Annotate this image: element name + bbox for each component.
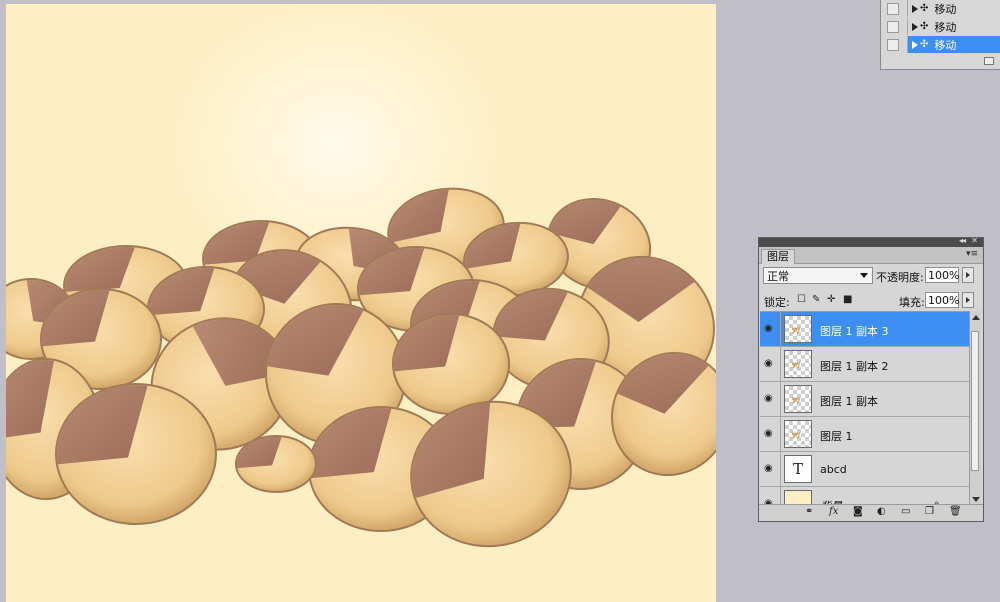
layer-thumbnail: ﾂﾂ [784, 385, 812, 413]
action-toggle-checkbox[interactable] [887, 2, 899, 15]
lock-move-icon[interactable]: ✛ [827, 294, 835, 305]
opacity-label: 不透明度: [876, 271, 924, 284]
layer-row[interactable]: ◉ ﾂﾂ 图层 1 副本 2 [760, 347, 969, 382]
opacity-slider-button[interactable] [962, 267, 974, 283]
cookie [235, 435, 317, 493]
new-layer-icon[interactable]: ❐ [925, 506, 934, 517]
lock-all-icon[interactable]: ■ [843, 294, 852, 305]
fx-icon[interactable]: fx [829, 506, 838, 517]
text-layer-thumbnail: T [784, 455, 812, 483]
eye-icon[interactable]: ◉ [764, 464, 776, 474]
layers-panel: ◂◂ ✕ 图层 ▾≡ 正常 不透明度: 100% 锁定: ☐ ✎ ✛ ■ 填充:… [758, 236, 984, 522]
expand-triangle-icon[interactable] [912, 22, 918, 31]
layer-name[interactable]: abcd [820, 463, 847, 476]
group-icon[interactable]: ▭ [901, 506, 910, 517]
action-label: 移动 [934, 38, 957, 52]
action-row[interactable]: ✣ 移动 [881, 0, 1000, 17]
layer-list-scrollbar[interactable] [969, 311, 981, 506]
lock-brush-icon[interactable]: ✎ [812, 294, 820, 305]
layer-thumbnail: ﾂﾂ [784, 350, 812, 378]
layer-row-selected[interactable]: ◉ ﾂﾂ 图层 1 副本 3 [760, 312, 969, 347]
lock-label: 锁定: [764, 296, 790, 309]
move-icon: ✣ [920, 3, 929, 14]
layer-name[interactable]: 图层 1 副本 3 [820, 323, 889, 339]
eye-icon[interactable]: ◉ [764, 429, 776, 439]
layer-row[interactable]: ◉ ﾂﾂ 图层 1 [760, 417, 969, 452]
action-label: 移动 [934, 20, 957, 34]
panel-menu-icon[interactable]: ▾≡ [966, 249, 978, 259]
panel-titlebar[interactable]: ◂◂ ✕ [759, 236, 983, 247]
link-icon[interactable]: ⚭ [805, 506, 813, 517]
fill-slider-button[interactable] [962, 292, 974, 308]
eye-icon[interactable]: ◉ [764, 359, 776, 369]
scroll-up-icon[interactable] [972, 315, 980, 320]
action-toggle-checkbox[interactable] [887, 20, 899, 33]
mask-icon[interactable]: ◙ [853, 506, 863, 517]
layer-row-text[interactable]: ◉ T abcd [760, 452, 969, 487]
eye-icon[interactable]: ◉ [764, 394, 776, 404]
panel-options-icon[interactable] [984, 57, 994, 65]
layer-name[interactable]: 图层 1 [820, 428, 853, 444]
opacity-input[interactable]: 100% [925, 267, 959, 283]
document-canvas[interactable] [6, 4, 716, 602]
expand-triangle-icon[interactable] [912, 4, 918, 13]
action-row-selected[interactable]: ✣ 移动 [881, 36, 1000, 53]
layer-thumbnail: ﾂﾂ [784, 315, 812, 343]
cookie [55, 383, 217, 525]
blend-mode-select[interactable]: 正常 [763, 267, 873, 284]
scroll-down-icon[interactable] [972, 497, 980, 502]
action-label: 移动 [934, 2, 957, 16]
adjustment-icon[interactable]: ◐ [877, 506, 886, 517]
blend-mode-value: 正常 [767, 269, 789, 283]
expand-triangle-icon[interactable] [912, 40, 918, 49]
move-icon: ✣ [920, 39, 929, 50]
scrollbar-thumb[interactable] [971, 331, 979, 471]
move-icon: ✣ [920, 21, 929, 32]
close-icon[interactable]: ✕ [971, 236, 978, 245]
trash-icon[interactable]: 🗑︎ [949, 506, 962, 517]
layer-thumbnail: ﾂﾂ [784, 420, 812, 448]
action-row[interactable]: ✣ 移动 [881, 18, 1000, 35]
tab-layers[interactable]: 图层 [761, 249, 795, 264]
lock-transparent-icon[interactable]: ☐ [797, 294, 806, 305]
cookie [392, 313, 510, 415]
layers-footer-toolbar: ⚭ fx ◙ ◐ ▭ ❐ 🗑︎ [759, 504, 983, 521]
cookie-artwork [6, 186, 716, 548]
fill-input[interactable]: 100% [925, 292, 959, 308]
layer-name[interactable]: 图层 1 副本 [820, 393, 878, 409]
layer-row[interactable]: ◉ ﾂﾂ 图层 1 副本 [760, 382, 969, 417]
eye-icon[interactable]: ◉ [764, 324, 776, 334]
layer-list: ◉ ﾂﾂ 图层 1 副本 3 ◉ ﾂﾂ 图层 1 副本 2 ◉ ﾂﾂ 图层 1 … [760, 311, 969, 507]
layer-name[interactable]: 图层 1 副本 2 [820, 358, 889, 374]
collapse-icon[interactable]: ◂◂ [959, 236, 966, 245]
actions-panel: ✣ 移动 ✣ 移动 ✣ 移动 [880, 0, 1000, 70]
action-toggle-checkbox[interactable] [887, 38, 899, 51]
fill-label: 填充: [899, 296, 925, 309]
chevron-down-icon [860, 273, 868, 278]
